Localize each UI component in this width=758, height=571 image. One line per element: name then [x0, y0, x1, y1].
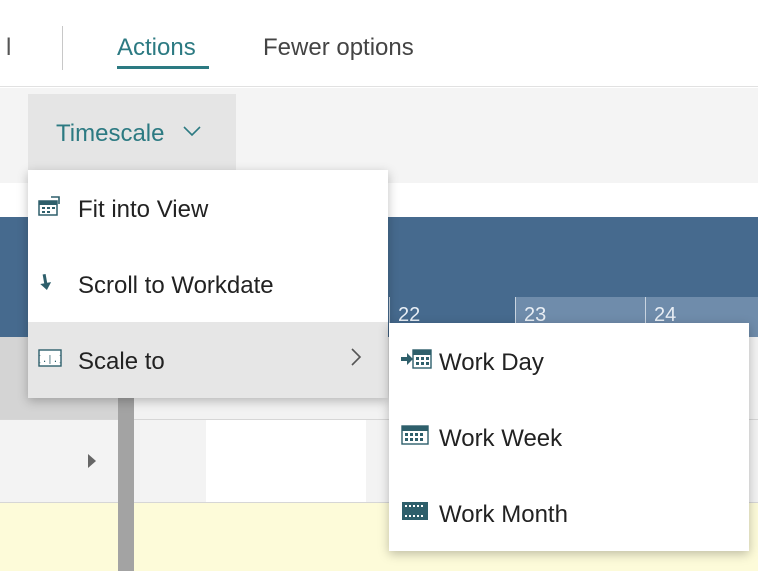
tab-separator [62, 26, 63, 70]
submenu-item-work-month[interactable]: Work Month [389, 475, 749, 551]
menu-item-label: Scale to [78, 348, 165, 375]
menu-item-scale-to[interactable]: [.|.] Scale to [28, 322, 388, 398]
timescale-label: Timescale [56, 120, 165, 147]
svg-text:[.|.]: [.|.] [38, 355, 62, 365]
submenu-item-work-week[interactable]: Work Week [389, 399, 749, 475]
fit-view-icon [38, 196, 60, 216]
chevron-right-icon [350, 346, 362, 374]
submenu-item-label: Work Week [439, 425, 563, 452]
submenu-item-label: Work Month [439, 501, 568, 528]
gantt-cell [206, 420, 366, 502]
submenu-item-work-day[interactable]: Work Day [389, 323, 749, 399]
submenu-item-label: Work Day [439, 349, 544, 376]
menu-item-label: Fit into View [78, 196, 209, 223]
scroll-arrow-icon [38, 272, 58, 292]
chevron-down-icon [182, 122, 202, 143]
scale-to-submenu: Work Day Work Week Work Month [389, 323, 749, 551]
work-month-icon [401, 500, 429, 522]
menu-item-scroll-to-workdate[interactable]: Scroll to Workdate [28, 246, 388, 322]
timescale-menu: Fit into View Scroll to Workdate [.|.] S… [28, 170, 388, 398]
tab-actions[interactable]: Actions [117, 34, 196, 62]
fewer-options-link[interactable]: Fewer options [263, 34, 414, 62]
scale-to-icon: [.|.] [36, 348, 64, 368]
work-week-icon [401, 424, 429, 446]
menu-item-fit-into-view[interactable]: Fit into View [28, 170, 388, 246]
menu-item-label: Scroll to Workdate [78, 272, 274, 299]
row-expand-icon[interactable] [86, 452, 98, 475]
active-tab-indicator [117, 66, 209, 69]
work-day-icon [401, 348, 432, 370]
tab-previous[interactable]: l [6, 34, 11, 62]
